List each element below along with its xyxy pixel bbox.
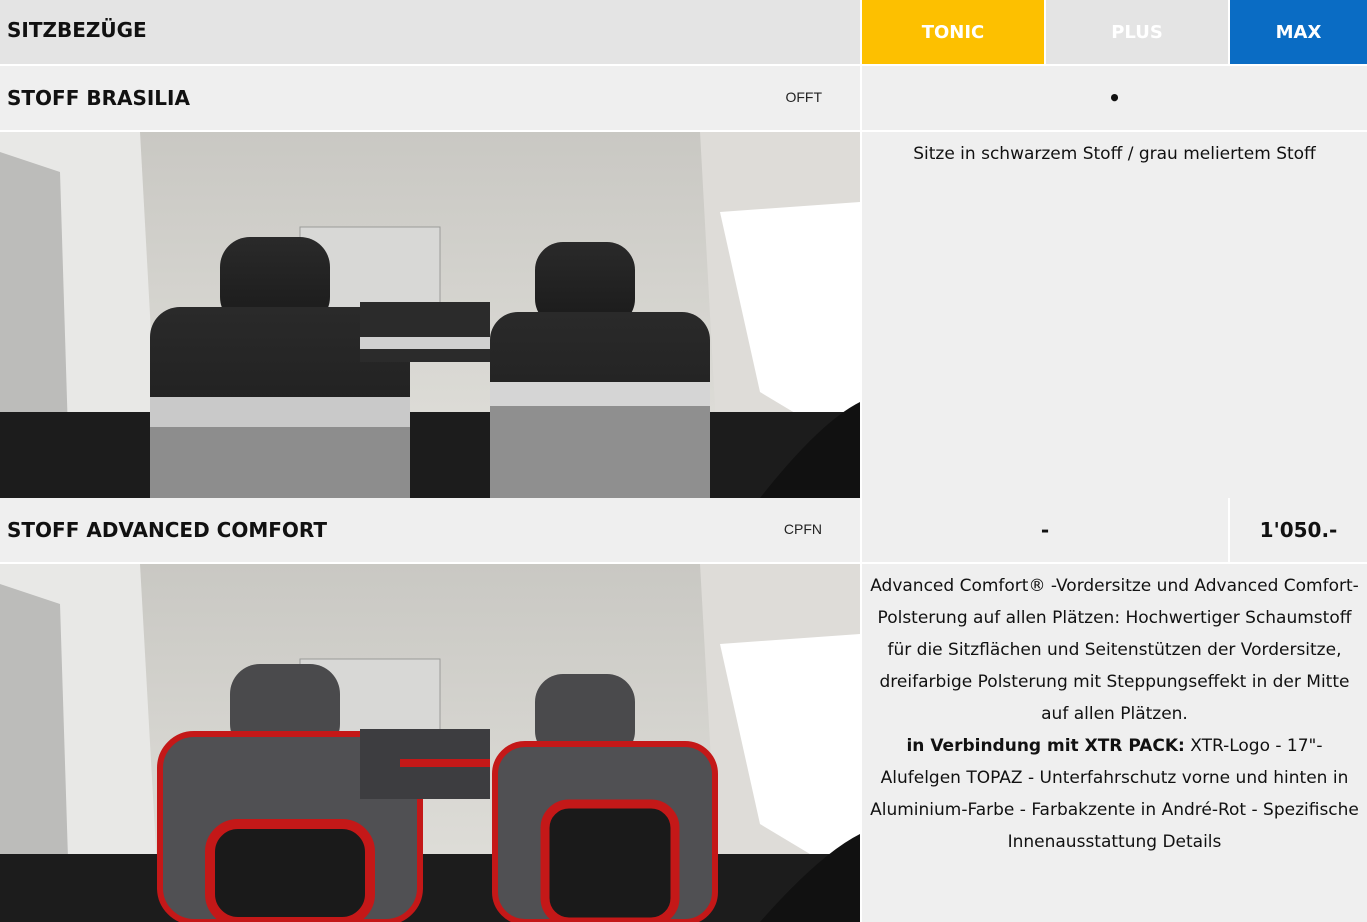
car-interior-illustration	[0, 132, 860, 498]
interior-image-advanced-comfort	[0, 564, 860, 922]
option-code: OFFT	[785, 89, 822, 105]
tab-max: MAX	[1230, 0, 1367, 64]
tab-tonic: TONIC	[862, 0, 1044, 64]
option-name: STOFF ADVANCED COMFORT	[7, 518, 328, 542]
option-code: CPFN	[783, 521, 822, 537]
tab-plus: PLUS	[1046, 0, 1228, 64]
description-pack-label: in Verbindung mit XTR PACK:	[906, 736, 1185, 756]
option-row-brasilia: STOFF BRASILIA OFFT	[0, 66, 860, 130]
option-row-advanced-comfort: STOFF ADVANCED COMFORT CPFN	[0, 498, 860, 562]
description-main: Advanced Comfort® -Vordersitze und Advan…	[870, 576, 1359, 724]
availability-cell-plus: -	[862, 498, 1228, 562]
option-name: STOFF BRASILIA	[7, 86, 190, 110]
car-interior-illustration	[0, 564, 860, 922]
interior-image-brasilia	[0, 132, 860, 498]
option-description: Sitze in schwarzem Stoff / grau melierte…	[862, 132, 1367, 498]
section-title: SITZBEZÜGE	[0, 0, 860, 64]
price-cell-max: 1'050.-	[1230, 498, 1367, 562]
availability-cell: •	[862, 66, 1367, 130]
option-description: Advanced Comfort® -Vordersitze und Advan…	[862, 564, 1367, 922]
